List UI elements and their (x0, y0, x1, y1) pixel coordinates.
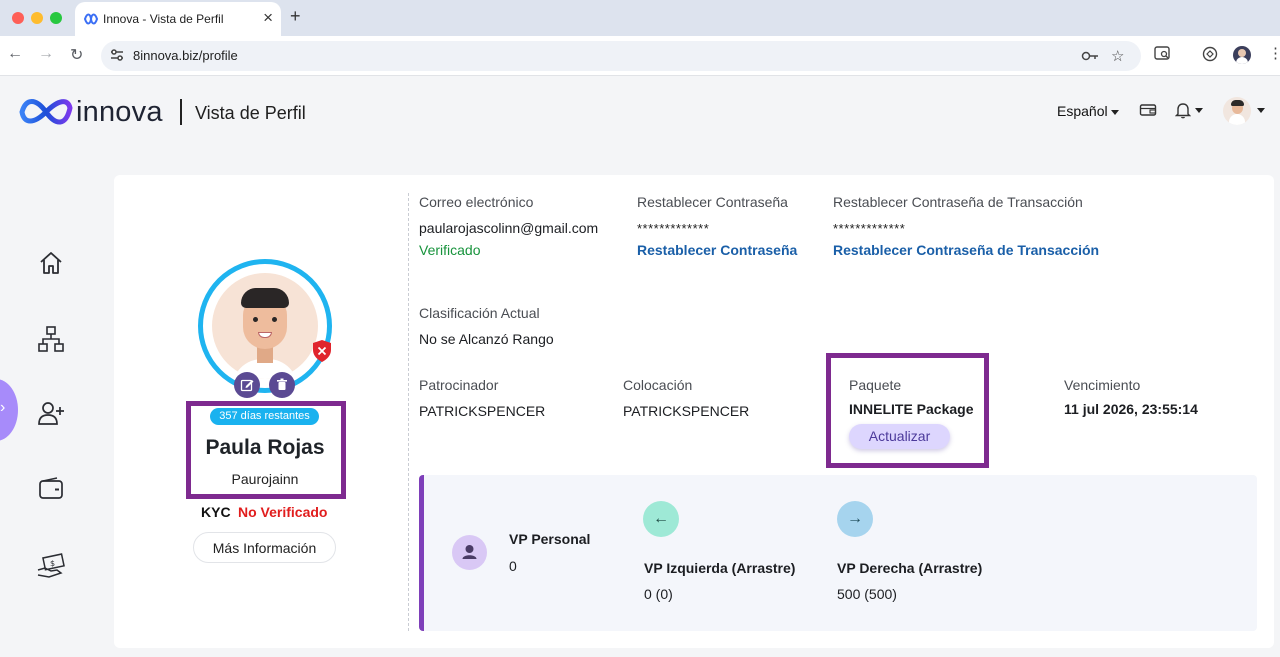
reset-tx-password-link[interactable]: Restablecer Contraseña de Transacción (833, 242, 1099, 258)
tab-title: Innova - Vista de Perfil (103, 12, 224, 26)
reload-icon[interactable]: ↻ (70, 45, 83, 65)
user-icon (452, 535, 487, 570)
innova-favicon-icon (83, 13, 99, 25)
vp-panel (419, 475, 1257, 631)
header-divider (180, 99, 182, 125)
user-avatar-menu[interactable] (1223, 97, 1251, 125)
password-key-icon[interactable] (1081, 50, 1099, 62)
days-remaining-badge: 357 días restantes (210, 408, 319, 425)
page-title: Vista de Perfil (195, 103, 306, 123)
expiry-value: 11 jul 2026, 23:55:14 (1064, 401, 1198, 417)
rank-label: Clasificación Actual (419, 305, 540, 321)
password-label: Restablecer Contraseña (637, 194, 788, 210)
home-icon[interactable] (37, 249, 65, 277)
innova-logo-icon[interactable] (18, 94, 74, 128)
maximize-window-button[interactable] (50, 12, 62, 24)
vp-right-value: 500 (500) (837, 586, 897, 602)
network-tree-icon[interactable] (37, 325, 65, 353)
minimize-window-button[interactable] (31, 12, 43, 24)
forward-icon[interactable]: → (38, 45, 54, 63)
site-settings-icon[interactable] (110, 48, 124, 62)
vp-left-value: 0 (0) (644, 586, 673, 602)
close-window-button[interactable] (12, 12, 24, 24)
vp-personal-value: 0 (509, 558, 517, 574)
svg-text:$: $ (50, 559, 55, 568)
chevron-down-icon (1195, 108, 1203, 113)
email-status: Verificado (419, 242, 481, 258)
package-label: Paquete (849, 377, 902, 393)
placement-value: PATRICKSPENCER (623, 403, 750, 419)
password-masked: ************* (637, 221, 710, 236)
sponsor-label: Patrocinador (419, 377, 499, 393)
bell-icon (1175, 103, 1191, 119)
delete-avatar-button[interactable] (269, 372, 295, 398)
kyc-label: KYC (201, 504, 231, 520)
add-user-icon[interactable] (37, 399, 65, 427)
extensions-icon[interactable] (1202, 46, 1218, 62)
expiry-label: Vencimiento (1064, 377, 1141, 393)
rank-value: No se Alcanzó Rango (419, 331, 554, 347)
sponsor-value: PATRICKSPENCER (419, 403, 546, 419)
browser-profile-avatar[interactable] (1233, 46, 1251, 64)
chevron-down-icon (1110, 109, 1119, 115)
edit-avatar-button[interactable] (234, 372, 260, 398)
trash-icon (277, 378, 287, 390)
tx-password-masked: ************* (833, 221, 906, 236)
profile-avatar (212, 273, 318, 379)
notifications-dropdown[interactable] (1175, 101, 1203, 119)
url-text: 8innova.biz/profile (133, 48, 238, 63)
wallet-card-icon[interactable] (1139, 101, 1157, 119)
email-label: Correo electrónico (419, 194, 534, 210)
tx-password-label: Restablecer Contraseña de Transacción (833, 194, 1083, 210)
brand-name: innova (76, 96, 163, 128)
email-value: paularojascolinn@gmail.com (419, 220, 599, 236)
reset-password-link[interactable]: Restablecer Contraseña (637, 242, 797, 258)
card-divider (408, 193, 409, 631)
vp-right-label: VP Derecha (Arrastre) (837, 560, 983, 576)
upgrade-button[interactable]: Actualizar (849, 424, 950, 449)
browser-tabbar: Innova - Vista de Perfil × + (0, 0, 1280, 36)
browser-tab[interactable]: Innova - Vista de Perfil × (75, 2, 281, 36)
profile-username: Paurojainn (231, 471, 299, 487)
new-tab-icon[interactable]: + (290, 6, 301, 27)
money-hand-icon[interactable]: $ (37, 551, 65, 579)
arrow-right-icon: → (837, 501, 873, 537)
language-selector[interactable]: Español (1057, 103, 1119, 119)
browser-menu-icon[interactable]: ⋮ (1268, 44, 1280, 62)
more-info-button[interactable]: Más Información (193, 532, 336, 563)
chevron-right-icon: › (0, 399, 6, 416)
arrow-left-icon: ← (643, 501, 679, 537)
edit-icon (240, 379, 254, 392)
address-bar[interactable]: 8innova.biz/profile ☆ (101, 41, 1141, 71)
language-label: Español (1057, 103, 1108, 119)
package-value: INNELITE Package (849, 401, 974, 417)
profile-name: Paula Rojas (205, 436, 325, 459)
tab-close-icon[interactable]: × (263, 8, 273, 28)
kyc-status[interactable]: No Verificado (238, 504, 327, 520)
vp-personal-label: VP Personal (509, 531, 591, 547)
browser-toolbar: ← → ↻ 8innova.biz/profile ☆ ⋮ (0, 36, 1280, 76)
back-icon[interactable]: ← (7, 45, 23, 63)
vp-left-label: VP Izquierda (Arrastre) (644, 560, 796, 576)
tab-search-icon[interactable] (1154, 46, 1171, 61)
placement-label: Colocación (623, 377, 693, 393)
shield-unverified-icon (313, 340, 331, 362)
bookmark-star-icon[interactable]: ☆ (1111, 47, 1124, 65)
chevron-down-icon[interactable] (1257, 108, 1265, 113)
wallet-icon[interactable] (37, 475, 65, 503)
